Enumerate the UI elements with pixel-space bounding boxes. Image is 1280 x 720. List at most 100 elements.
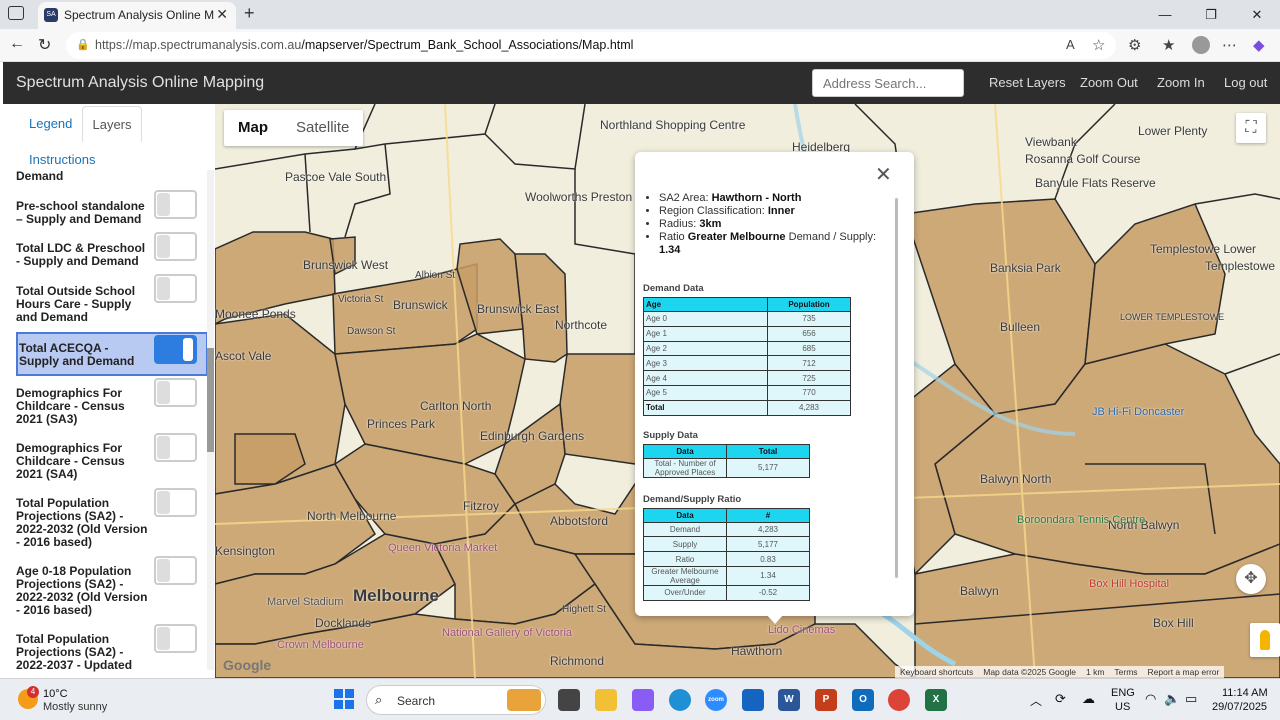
sync-icon[interactable]: ⟳ bbox=[1055, 691, 1066, 707]
excel-icon[interactable]: X bbox=[925, 689, 947, 711]
volume-icon[interactable]: 🔈 bbox=[1164, 691, 1180, 707]
edge-icon[interactable] bbox=[669, 689, 691, 711]
layer-toggle[interactable] bbox=[154, 433, 197, 462]
table-cell: 5,177 bbox=[726, 457, 810, 478]
tab-actions-icon[interactable] bbox=[8, 6, 24, 20]
layer-toggle[interactable] bbox=[154, 335, 197, 364]
layer-toggle[interactable] bbox=[154, 190, 197, 219]
scale-bar[interactable]: 1 km bbox=[1081, 666, 1109, 678]
tiger-widget-icon[interactable] bbox=[507, 689, 541, 711]
layer-toggle[interactable] bbox=[154, 378, 197, 407]
close-tab-icon[interactable]: ✕ bbox=[216, 6, 228, 23]
table-row: Demand 4,283 bbox=[643, 521, 810, 538]
minimize-icon[interactable]: — bbox=[1142, 0, 1188, 29]
copilot-icon[interactable]: ◆ bbox=[1253, 36, 1265, 54]
popup-scrollbar[interactable] bbox=[895, 198, 898, 578]
maximize-icon[interactable]: ❐ bbox=[1188, 0, 1234, 29]
map-label: National Gallery of Victoria bbox=[442, 627, 573, 639]
map-data-text: Map data ©2025 Google bbox=[983, 667, 1076, 677]
layer-label: Pre-school standalone – Supply and Deman… bbox=[16, 199, 145, 226]
favorite-star-icon[interactable]: ☆ bbox=[1092, 36, 1105, 54]
back-icon[interactable]: ← bbox=[9, 35, 25, 53]
map-label: Box Hill bbox=[1153, 616, 1194, 630]
lock-icon: 🔒 bbox=[76, 39, 90, 51]
sidebar-scrollbar-thumb[interactable] bbox=[207, 348, 214, 452]
tray-chevron-icon[interactable]: ︿ bbox=[1030, 692, 1042, 709]
clock-time[interactable]: 11:14 AM bbox=[1222, 687, 1268, 699]
powerpoint-icon[interactable]: P bbox=[815, 689, 837, 711]
read-aloud-icon[interactable]: A bbox=[1066, 37, 1075, 52]
task-view-icon[interactable] bbox=[558, 689, 580, 711]
table-row: Supply 5,177 bbox=[643, 536, 810, 553]
copilot-app-icon[interactable] bbox=[632, 689, 654, 711]
keyboard-shortcuts-link[interactable]: Keyboard shortcuts bbox=[895, 666, 978, 678]
reset-layers-link[interactable]: Reset Layers bbox=[989, 75, 1066, 90]
report-error-link[interactable]: Report a map error bbox=[1143, 666, 1225, 678]
profile-avatar-icon[interactable] bbox=[1192, 36, 1210, 54]
layer-toggle[interactable] bbox=[154, 488, 197, 517]
address-search-input[interactable] bbox=[812, 69, 964, 97]
tab-layers[interactable]: Layers bbox=[82, 106, 142, 142]
file-explorer-icon[interactable] bbox=[595, 689, 617, 711]
table-cell: Age 0 bbox=[643, 311, 768, 327]
info-popup: ✕ SA2 Area: Hawthorn - North Region Clas… bbox=[635, 152, 914, 616]
address-bar[interactable]: 🔒 https://map.spectrumanalysis.com.au/ma… bbox=[66, 32, 1116, 59]
map-label: Balwyn bbox=[960, 584, 999, 598]
popup-content: SA2 Area: Hawthorn - North Region Classi… bbox=[643, 188, 893, 605]
zoom-in-link[interactable]: Zoom In bbox=[1157, 75, 1205, 90]
street-view-pegman-icon[interactable] bbox=[1250, 623, 1280, 657]
map-label: Banyule Flats Reserve bbox=[1035, 176, 1156, 190]
layer-label: Total Population Projections (SA2) - 202… bbox=[16, 632, 133, 672]
layer-toggle[interactable] bbox=[154, 274, 197, 303]
table-row: Age 0 735 bbox=[643, 311, 851, 327]
cloud-icon[interactable]: ☁ bbox=[1082, 691, 1095, 707]
table-cell: Age 4 bbox=[643, 370, 768, 386]
tab-legend[interactable]: Legend bbox=[29, 106, 72, 142]
map-label: North Melbourne bbox=[307, 509, 397, 523]
terms-link[interactable]: Terms bbox=[1109, 666, 1142, 678]
store-icon[interactable] bbox=[742, 689, 764, 711]
map-label: Viewbank bbox=[1025, 135, 1077, 149]
wifi-icon[interactable]: ◠ bbox=[1145, 691, 1156, 707]
layer-toggle[interactable] bbox=[154, 232, 197, 261]
sa2-area-row: SA2 Area: Hawthorn - North bbox=[659, 192, 893, 205]
layer-toggle[interactable] bbox=[154, 624, 197, 653]
sidebar: Legend Layers Instructions Demand Pre-sc… bbox=[0, 104, 215, 678]
map-canvas[interactable]: Pascoe Vale South Brunswick West Brunswi… bbox=[215, 104, 1280, 678]
favorites-icon[interactable]: ★ bbox=[1162, 36, 1175, 54]
zoom-out-link[interactable]: Zoom Out bbox=[1080, 75, 1138, 90]
weather-description[interactable]: Mostly sunny bbox=[43, 701, 107, 713]
close-window-icon[interactable]: ✕ bbox=[1234, 0, 1280, 29]
language-indicator[interactable]: ENG bbox=[1111, 687, 1135, 699]
keyboard-layout[interactable]: US bbox=[1115, 701, 1130, 713]
layer-label: Total Population Projections (SA2) - 202… bbox=[16, 496, 148, 549]
chrome-icon[interactable] bbox=[888, 689, 910, 711]
fullscreen-icon[interactable]: ⛶ bbox=[1236, 113, 1266, 143]
camera-control-icon[interactable]: ✥ bbox=[1236, 564, 1266, 594]
battery-icon[interactable]: ▭ bbox=[1185, 691, 1197, 707]
close-icon[interactable]: ✕ bbox=[875, 162, 892, 187]
browser-tab[interactable]: SA Spectrum Analysis Online Mapping ✕ bbox=[38, 2, 236, 29]
refresh-icon[interactable]: ↻ bbox=[38, 35, 51, 55]
table-cell: 4,283 bbox=[767, 399, 851, 416]
map-label: Lower Plenty bbox=[1138, 124, 1208, 138]
zoom-icon[interactable]: zoom bbox=[705, 689, 727, 711]
outlook-icon[interactable]: O bbox=[852, 689, 874, 711]
map-type-satellite[interactable]: Satellite bbox=[282, 110, 363, 146]
more-options-icon[interactable]: ⋯ bbox=[1222, 36, 1237, 54]
extensions-icon[interactable]: ⚙ bbox=[1128, 36, 1141, 54]
start-icon[interactable] bbox=[334, 689, 354, 709]
weather-temperature[interactable]: 10°C bbox=[43, 688, 68, 700]
supply-data-title: Supply Data bbox=[643, 429, 698, 441]
clock-date[interactable]: 29/07/2025 bbox=[1212, 701, 1267, 713]
app-header: Spectrum Analysis Online Mapping Reset L… bbox=[3, 62, 1280, 104]
layer-toggle[interactable] bbox=[154, 556, 197, 585]
table-cell: Age 5 bbox=[643, 384, 768, 401]
new-tab-icon[interactable]: + bbox=[244, 3, 255, 24]
map-type-map[interactable]: Map bbox=[224, 110, 282, 146]
map-label: Balwyn North bbox=[980, 472, 1052, 486]
log-out-link[interactable]: Log out bbox=[1224, 75, 1267, 90]
word-icon[interactable]: W bbox=[778, 689, 800, 711]
layer-item-selected[interactable]: Total ACECQA - Supply and Demand bbox=[16, 332, 208, 376]
table-cell: Demand bbox=[643, 521, 727, 538]
